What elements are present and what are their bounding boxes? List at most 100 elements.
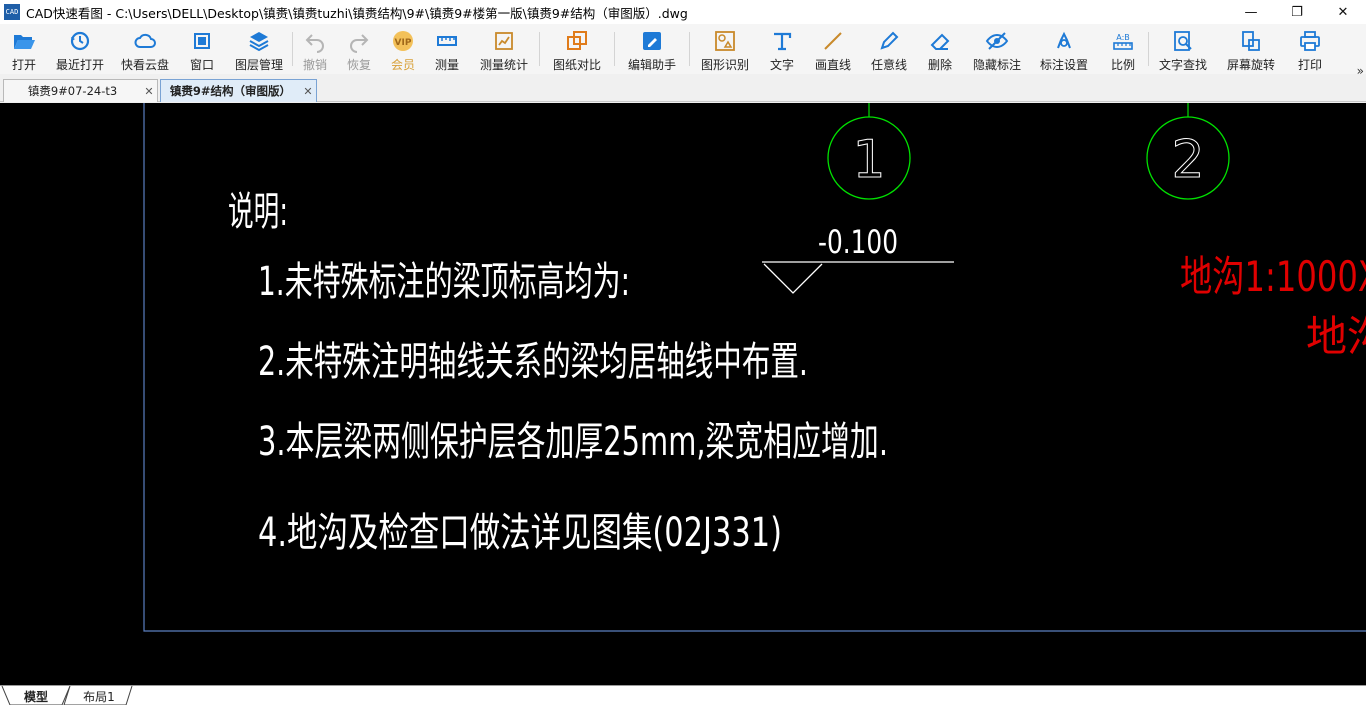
rotate-screen-icon (1242, 31, 1260, 51)
note-line-1: 1.未特殊标注的梁顶标高均为: (258, 259, 630, 305)
tab-label: 镇赉9#07-24-t3 (27, 84, 118, 98)
window-icon (194, 33, 210, 49)
annotation-settings-label: 标注设置 (1039, 58, 1088, 72)
note-line-3: 3.本层梁两侧保护层各加厚25mm,梁宽相应增加. (258, 419, 888, 465)
undo-button[interactable]: 撤销 (293, 24, 337, 74)
axis-label-2: 2 (1171, 130, 1204, 190)
elevation-symbol (762, 261, 954, 294)
vip-label: 会员 (390, 58, 415, 72)
svg-text:A:B: A:B (1116, 33, 1130, 42)
drawing-canvas[interactable]: 说明: 1.未特殊标注的梁顶标高均为: 2.未特殊注明轴线关系的梁均居轴线中布置… (0, 103, 1366, 685)
redo-button[interactable]: 恢复 (337, 24, 381, 74)
vip-icon: VIP (393, 31, 413, 51)
open-button[interactable]: 打开 (0, 24, 48, 74)
measure-stats-icon (495, 32, 513, 50)
scale-label: 比例 (1110, 58, 1135, 72)
axis-label-1: 1 (852, 130, 885, 190)
trench-note-2: 地沟 (1306, 312, 1366, 361)
pencil-icon (880, 31, 899, 50)
measure-stats-button[interactable]: 测量统计 (469, 24, 539, 74)
open-label: 打开 (11, 58, 36, 72)
shape-recognize-button[interactable]: 图形识别 (690, 24, 760, 74)
vip-button[interactable]: VIP 会员 (381, 24, 425, 74)
annotation-settings-icon (1057, 31, 1071, 49)
recent-clock-icon (70, 31, 90, 51)
restore-button[interactable]: ❐ (1274, 0, 1320, 24)
cloud-disk-button[interactable]: 快看云盘 (112, 24, 178, 74)
app-logo-icon: CAD (4, 4, 20, 20)
undo-icon (305, 34, 324, 53)
svg-text:VIP: VIP (395, 38, 412, 48)
annotation-settings-button[interactable]: 标注设置 (1030, 24, 1098, 74)
notes-title: 说明: (228, 189, 288, 235)
layout-tab-layout1[interactable]: 布局1 (72, 686, 126, 705)
folder-open-icon (14, 35, 35, 49)
elevation-label: -0.100 (818, 223, 898, 261)
document-tab-bar: 镇赉9#07-24-t3 ✕ 镇赉9#结构（审图版） ✕ (0, 78, 1366, 102)
text-label: 文字 (769, 58, 794, 72)
printer-icon (1300, 31, 1320, 51)
tab-close-icon[interactable]: ✕ (141, 85, 157, 98)
compare-label: 图纸对比 (552, 58, 601, 72)
text-button[interactable]: 文字 (760, 24, 804, 74)
close-button[interactable]: ✕ (1320, 0, 1366, 24)
shape-recognize-icon (715, 31, 735, 51)
hide-annotation-label: 隐藏标注 (972, 58, 1021, 72)
layout-tab-model[interactable]: 模型 (10, 686, 62, 705)
layer-manage-button[interactable]: 图层管理 (226, 24, 292, 74)
draw-line-button[interactable]: 画直线 (804, 24, 862, 74)
print-label: 打印 (1297, 58, 1322, 72)
redo-icon (350, 34, 369, 53)
cloud-disk-label: 快看云盘 (120, 58, 169, 72)
recent-open-label: 最近打开 (55, 58, 104, 72)
undo-label: 撤销 (302, 58, 327, 72)
text-search-label: 文字查找 (1158, 58, 1207, 72)
delete-button[interactable]: 删除 (916, 24, 964, 74)
scale-icon: A:B (1113, 33, 1133, 50)
trench-note-1: 地沟1:1000X (1180, 252, 1366, 301)
text-search-button[interactable]: 文字查找 (1149, 24, 1217, 74)
text-search-icon (1174, 31, 1192, 51)
minimize-button[interactable]: — (1228, 0, 1274, 24)
tab-drawing-1[interactable]: 镇赉9#07-24-t3 ✕ (3, 79, 158, 102)
rotate-screen-button[interactable]: 屏幕旋转 (1217, 24, 1285, 74)
layout-tab-bar: 模型 布局1 (0, 685, 1366, 705)
measure-button[interactable]: 测量 (425, 24, 469, 74)
print-button[interactable]: 打印 (1285, 24, 1335, 74)
scale-button[interactable]: A:B 比例 (1098, 24, 1148, 74)
layers-icon (249, 32, 269, 52)
line-icon (824, 32, 842, 50)
window-title: CAD快速看图 - C:\Users\DELL\Desktop\镇赉\镇赉tuz… (26, 5, 688, 21)
edit-assistant-label: 编辑助手 (627, 58, 676, 72)
edit-assistant-button[interactable]: 编辑助手 (615, 24, 689, 74)
measure-label: 测量 (434, 58, 459, 72)
note-line-2: 2.未特殊注明轴线关系的梁均居轴线中布置. (258, 339, 808, 385)
recent-open-button[interactable]: 最近打开 (48, 24, 112, 74)
layer-manage-label: 图层管理 (234, 58, 283, 72)
note-line-4: 4.地沟及检查口做法详见图集(02J331) (258, 510, 782, 556)
ruler-icon (437, 36, 457, 46)
draw-line-label: 画直线 (814, 58, 851, 72)
shape-recognize-label: 图形识别 (700, 58, 749, 72)
measure-stats-label: 测量统计 (479, 58, 528, 72)
eraser-icon (930, 33, 950, 50)
compare-button[interactable]: 图纸对比 (540, 24, 614, 74)
rotate-screen-label: 屏幕旋转 (1226, 58, 1275, 72)
cad-drawing: 说明: 1.未特殊标注的梁顶标高均为: 2.未特殊注明轴线关系的梁均居轴线中布置… (143, 103, 1366, 632)
cad-viewer-window: CAD CAD快速看图 - C:\Users\DELL\Desktop\镇赉\镇… (0, 0, 1366, 705)
text-icon (774, 32, 792, 51)
edit-assistant-icon (643, 32, 661, 50)
freehand-label: 任意线 (870, 58, 907, 72)
compare-icon (567, 31, 587, 50)
tab-close-icon[interactable]: ✕ (300, 85, 316, 98)
title-bar: CAD CAD快速看图 - C:\Users\DELL\Desktop\镇赉\镇… (0, 0, 1366, 24)
main-toolbar: 打开 最近打开 快看云盘 窗口 图层管理 撤销 恢复 VIP 会员 测量 测量统… (0, 24, 1366, 78)
delete-label: 删除 (927, 58, 952, 72)
freehand-button[interactable]: 任意线 (862, 24, 916, 74)
window-button[interactable]: 窗口 (178, 24, 226, 74)
tab-drawing-2[interactable]: 镇赉9#结构（审图版） ✕ (160, 79, 317, 102)
toolbar-overflow-icon[interactable]: » (1357, 64, 1364, 78)
window-label: 窗口 (189, 58, 214, 72)
tab-label: 镇赉9#结构（审图版） (169, 84, 292, 98)
hide-annotation-button[interactable]: 隐藏标注 (964, 24, 1030, 74)
